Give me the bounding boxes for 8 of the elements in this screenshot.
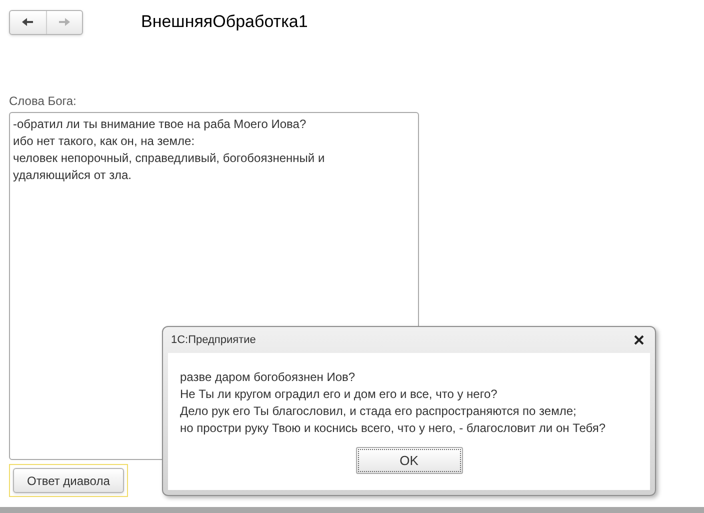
answer-button[interactable]: Ответ диавола bbox=[9, 464, 128, 497]
back-arrow-icon bbox=[20, 16, 36, 28]
dialog-title: 1С:Предприятие bbox=[171, 332, 257, 348]
window-title: ВнешняяОбработка1 bbox=[141, 11, 308, 34]
forward-arrow-icon bbox=[56, 16, 72, 28]
ok-button[interactable]: OK bbox=[356, 447, 462, 474]
field-label: Слова Бога: bbox=[9, 94, 78, 108]
close-icon[interactable] bbox=[634, 335, 644, 345]
